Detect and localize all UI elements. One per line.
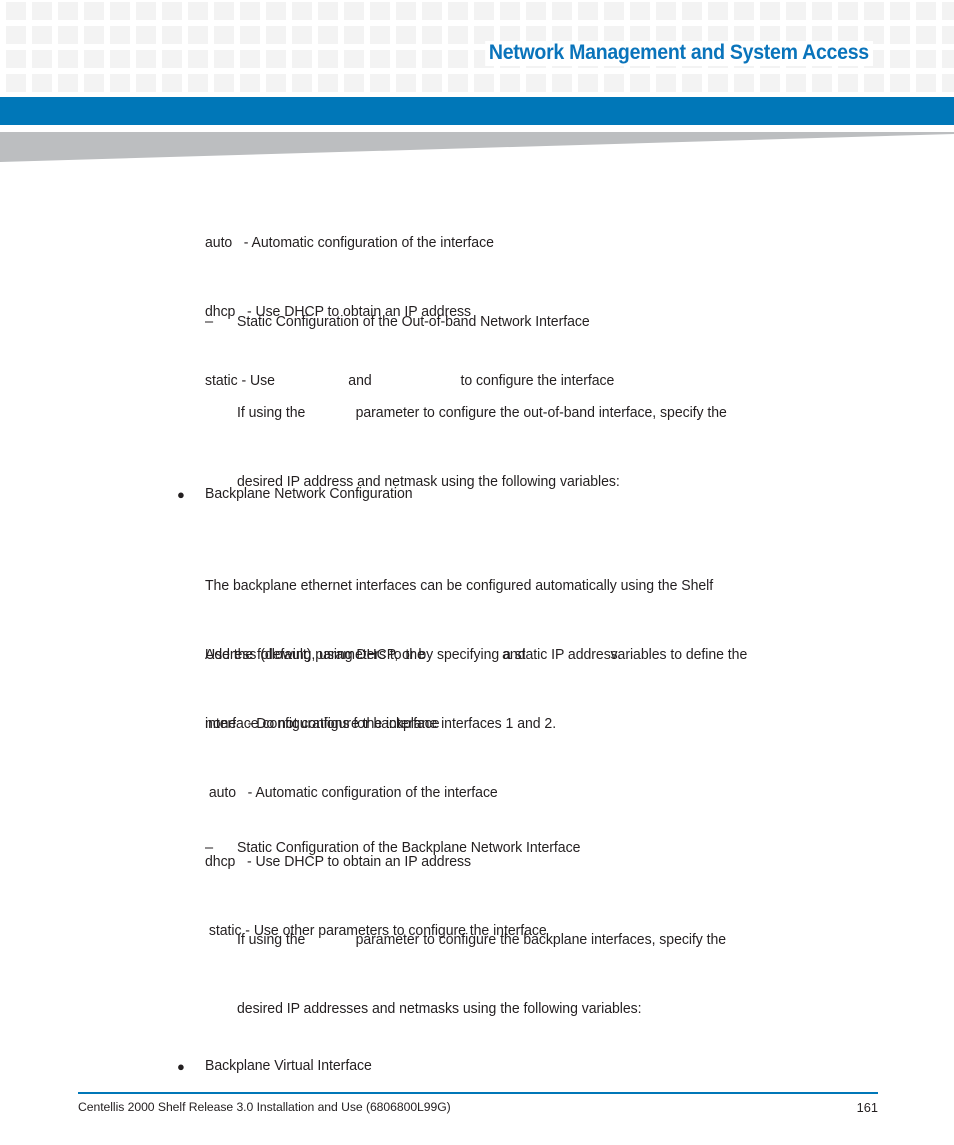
backplane-option-auto: auto - Automatic configuration of the in… — [205, 785, 498, 801]
backplane-static-paragraph: If using the parameter to configure the … — [237, 883, 726, 1067]
footer-page-number: 161 — [856, 1100, 878, 1115]
dash-marker-oob-static: – — [205, 314, 214, 330]
footer-rule — [78, 1092, 878, 1094]
oob-static-paragraph: If using the parameter to configure the … — [237, 356, 727, 540]
backplane-static-para-text-a: If using the — [237, 932, 310, 948]
oob-static-para-text-b: parameter to configure the out-of-band i… — [355, 405, 727, 421]
virtual-heading: Backplane Virtual Interface — [205, 1058, 372, 1074]
bullet-marker-virtual: ● — [177, 1059, 185, 1074]
oob-static-para-code-gap — [309, 402, 355, 425]
oob-static-heading: Static Configuration of the Out-of-band … — [237, 314, 590, 330]
backplane-paragraph-1-line-1: The backplane ethernet interfaces can be… — [205, 578, 714, 594]
page-content: auto - Automatic configuration of the in… — [0, 0, 954, 1145]
backplane-static-paragraph-line-1: If using the parameter to configure the … — [237, 929, 726, 952]
backplane-para2-text-c: variables to define the — [610, 647, 748, 663]
backplane-heading: Backplane Network Configuration — [205, 486, 413, 502]
backplane-static-heading: Static Configuration of the Backplane Ne… — [237, 840, 581, 856]
backplane-static-para-code-gap — [309, 929, 355, 952]
footer-document-title: Centellis 2000 Shelf Release 3.0 Install… — [78, 1100, 451, 1114]
backplane-paragraph-2-line-1: Use the following parameters to the and … — [205, 644, 747, 667]
backplane-static-paragraph-line-2: desired IP addresses and netmasks using … — [237, 1001, 642, 1017]
bullet-marker-backplane: ● — [177, 487, 185, 502]
backplane-option-none: none - Do not configure the interface — [205, 716, 440, 732]
backplane-para2-code-gap-2 — [529, 644, 610, 667]
backplane-static-para-text-b: parameter to configure the backplane int… — [355, 932, 727, 948]
oob-static-para-text-a: If using the — [237, 405, 310, 421]
backplane-para2-code-gap-1 — [429, 644, 502, 667]
oob-static-paragraph-line-1: If using the parameter to configure the … — [237, 402, 727, 425]
oob-option-auto: auto - Automatic configuration of the in… — [205, 235, 494, 251]
page-title: Network Management and System Access — [485, 41, 873, 67]
backplane-para2-text-b: and — [502, 647, 530, 663]
dash-marker-backplane-static: – — [205, 840, 214, 856]
backplane-para2-text-a: Use the following parameters to the — [205, 647, 429, 663]
